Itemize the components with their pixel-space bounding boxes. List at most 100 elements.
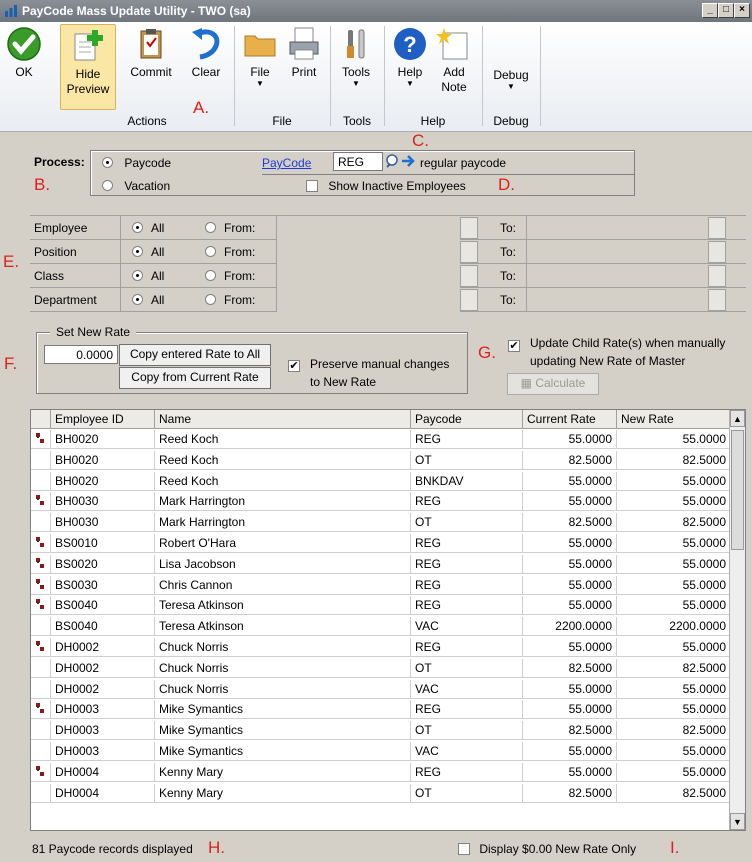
range-all-radio[interactable]: All — [132, 293, 164, 307]
range-from-radio[interactable]: From: — [205, 221, 255, 235]
debug-menu-button[interactable]: Debug ▼ — [488, 68, 534, 91]
calculate-button[interactable]: ▦ Calculate — [507, 373, 599, 395]
col-current-rate[interactable]: Current Rate — [523, 410, 617, 429]
cell-new-rate[interactable]: 2200.0000 — [617, 617, 731, 637]
range-from-radio[interactable]: From: — [205, 269, 255, 283]
col-paycode[interactable]: Paycode — [411, 410, 523, 429]
col-name[interactable]: Name — [155, 410, 411, 429]
lookup-icon[interactable] — [460, 241, 478, 263]
radio-vacation[interactable]: Vacation — [102, 179, 170, 193]
table-row[interactable]: BH0020 Reed Koch REG 55.0000 55.0000 — [31, 430, 731, 449]
table-row[interactable]: BH0020 Reed Koch OT 82.5000 82.5000 — [31, 450, 731, 470]
display-zero-checkbox[interactable]: Display $0.00 New Rate Only — [458, 842, 636, 856]
range-from-input[interactable] — [276, 240, 460, 264]
table-row[interactable]: DH0003 Mike Symantics OT 82.5000 82.5000 — [31, 721, 731, 741]
copy-entered-rate-button[interactable]: Copy entered Rate to All — [119, 344, 271, 366]
lookup-icon[interactable] — [708, 241, 726, 263]
clear-button[interactable]: Clear — [184, 26, 228, 80]
table-row[interactable]: DH0003 Mike Symantics VAC 55.0000 55.0000 — [31, 742, 731, 761]
range-all-radio[interactable]: All — [132, 245, 164, 259]
paycode-lookup-button[interactable] — [385, 153, 417, 173]
range-from-radio[interactable]: From: — [205, 245, 255, 259]
cell-new-rate[interactable]: 55.0000 — [617, 762, 731, 782]
range-from-input[interactable] — [276, 264, 460, 288]
lookup-icon[interactable] — [460, 289, 478, 311]
show-inactive-checkbox[interactable]: Show Inactive Employees — [306, 179, 466, 193]
table-row[interactable]: BS0040 Teresa Atkinson REG 55.0000 55.0000 — [31, 596, 731, 616]
help-menu-button[interactable]: ? Help ▼ — [390, 26, 430, 88]
col-employee-id[interactable]: Employee ID — [51, 410, 155, 429]
cell-new-rate[interactable]: 55.0000 — [617, 534, 731, 553]
cell-new-rate[interactable]: 55.0000 — [617, 430, 731, 449]
file-menu-button[interactable]: File ▼ — [240, 26, 280, 88]
table-row[interactable]: BS0010 Robert O'Hara REG 55.0000 55.0000 — [31, 534, 731, 553]
lookup-icon[interactable] — [460, 217, 478, 239]
close-button[interactable]: × — [734, 3, 750, 18]
range-from-input[interactable] — [276, 288, 460, 312]
table-row[interactable]: DH0003 Mike Symantics REG 55.0000 55.0000 — [31, 700, 731, 720]
lookup-icon[interactable] — [708, 289, 726, 311]
range-to-input[interactable] — [526, 216, 706, 240]
cell-new-rate[interactable]: 55.0000 — [617, 492, 731, 512]
table-row[interactable]: DH0004 Kenny Mary REG 55.0000 55.0000 — [31, 762, 731, 782]
print-button[interactable]: Print — [284, 26, 324, 80]
cell-new-rate[interactable]: 55.0000 — [617, 575, 731, 595]
table-row[interactable]: DH0002 Chuck Norris VAC 55.0000 55.0000 — [31, 679, 731, 699]
table-row[interactable]: BS0040 Teresa Atkinson VAC 2200.0000 2200.00… — [31, 617, 731, 637]
radio-paycode[interactable]: Paycode — [102, 156, 171, 170]
range-all-radio[interactable]: All — [132, 269, 164, 283]
copy-current-rate-button[interactable]: Copy from Current Rate — [119, 367, 271, 389]
range-from-radio[interactable]: From: — [205, 293, 255, 307]
range-to-input[interactable] — [526, 264, 706, 288]
table-scrollbar[interactable]: ▲ ▼ — [729, 410, 745, 830]
cell-employee-id: BS0040 — [51, 596, 155, 616]
cell-new-rate[interactable]: 55.0000 — [617, 742, 731, 761]
paycode-link[interactable]: PayCode — [262, 156, 311, 170]
range-all-radio[interactable]: All — [132, 221, 164, 235]
printer-icon — [286, 26, 322, 62]
lookup-icon[interactable] — [708, 265, 726, 287]
cell-new-rate[interactable]: 55.0000 — [617, 638, 731, 657]
scroll-down-icon[interactable]: ▼ — [730, 813, 745, 830]
hide-preview-button[interactable]: Hide Preview — [60, 24, 116, 110]
table-row[interactable]: BS0030 Chris Cannon REG 55.0000 55.0000 — [31, 575, 731, 595]
cell-new-rate[interactable]: 55.0000 — [617, 679, 731, 699]
preserve-checkbox[interactable]: ✔ — [288, 356, 300, 372]
lookup-icon[interactable] — [460, 265, 478, 287]
commit-button[interactable]: Commit — [124, 26, 178, 80]
cell-new-rate[interactable]: 82.5000 — [617, 513, 731, 533]
lookup-icon[interactable] — [708, 217, 726, 239]
table-row[interactable]: BH0020 Reed Koch BNKDAV 55.0000 55.0000 — [31, 471, 731, 491]
cell-new-rate[interactable]: 82.5000 — [617, 450, 731, 470]
range-from-input[interactable] — [276, 216, 460, 240]
col-new-rate[interactable]: New Rate — [617, 410, 731, 429]
range-row-label: Employee — [34, 221, 88, 235]
range-to-input[interactable] — [526, 240, 706, 264]
table-row[interactable]: DH0002 Chuck Norris REG 55.0000 55.0000 — [31, 638, 731, 657]
scroll-up-icon[interactable]: ▲ — [730, 410, 745, 427]
cell-new-rate[interactable]: 55.0000 — [617, 700, 731, 720]
table-row[interactable]: DH0002 Chuck Norris OT 82.5000 82.5000 — [31, 658, 731, 678]
cell-new-rate[interactable]: 82.5000 — [617, 658, 731, 678]
radio-vacation-dot — [102, 180, 113, 191]
table-row[interactable]: BH0030 Mark Harrington OT 82.5000 82.5000 — [31, 513, 731, 533]
cell-paycode: VAC — [411, 617, 523, 637]
paycode-input[interactable]: REG — [333, 152, 383, 171]
cell-new-rate[interactable]: 55.0000 — [617, 471, 731, 491]
maximize-button[interactable]: □ — [718, 3, 734, 18]
cell-new-rate[interactable]: 82.5000 — [617, 721, 731, 741]
rate-input[interactable]: 0.0000 — [44, 345, 118, 364]
tools-menu-button[interactable]: Tools ▼ — [336, 26, 376, 88]
table-row[interactable]: DH0004 Kenny Mary OT 82.5000 82.5000 — [31, 783, 731, 803]
update-child-checkbox[interactable]: ✔ — [508, 336, 520, 352]
table-row[interactable]: BH0030 Mark Harrington REG 55.0000 55.0000 — [31, 492, 731, 512]
range-to-input[interactable] — [526, 288, 706, 312]
cell-new-rate[interactable]: 55.0000 — [617, 596, 731, 616]
minimize-button[interactable]: _ — [702, 3, 718, 18]
cell-new-rate[interactable]: 55.0000 — [617, 554, 731, 574]
ok-button[interactable]: OK — [4, 26, 44, 80]
cell-new-rate[interactable]: 82.5000 — [617, 783, 731, 803]
add-note-button[interactable]: Add Note — [432, 26, 476, 95]
scroll-thumb[interactable] — [731, 430, 744, 550]
table-row[interactable]: BS0020 Lisa Jacobson REG 55.0000 55.0000 — [31, 554, 731, 574]
